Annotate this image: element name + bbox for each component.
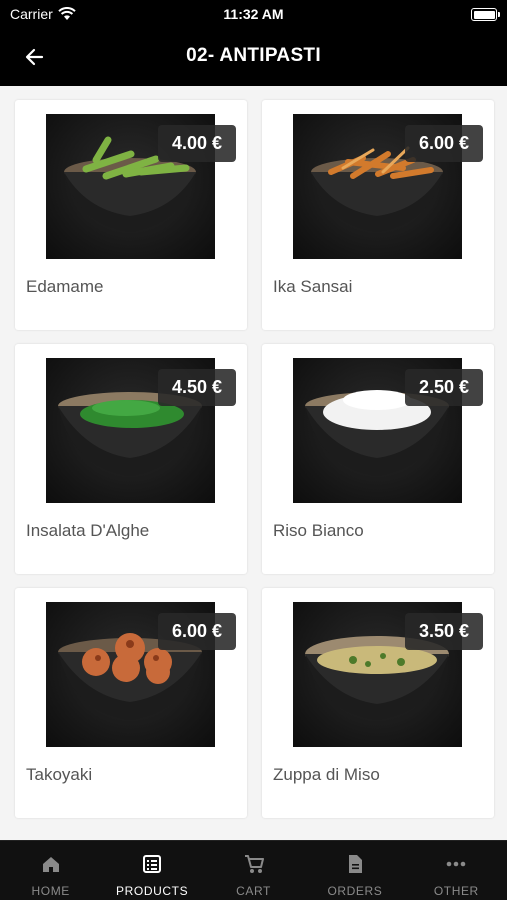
orders-icon xyxy=(348,855,362,873)
clock: 11:32 AM xyxy=(223,6,284,22)
tab-bar: HOME PRODUCTS CART ORDERS OTHER xyxy=(0,840,507,900)
product-name: Ika Sansai xyxy=(273,277,353,296)
tab-label: OTHER xyxy=(433,884,479,898)
product-card-riso-bianco[interactable]: 2.50 € Riso Bianco xyxy=(262,344,494,574)
tab-orders[interactable]: ORDERS xyxy=(304,841,405,900)
page-title: 02- ANTIPASTI xyxy=(186,45,321,66)
price-badge: 4.50 € xyxy=(158,369,236,406)
battery-icon xyxy=(471,8,500,21)
navigation-bar: 02- ANTIPASTI xyxy=(0,28,507,86)
home-icon xyxy=(42,857,59,872)
tab-label: HOME xyxy=(31,884,70,898)
products-icon xyxy=(143,855,162,873)
tab-products[interactable]: PRODUCTS xyxy=(101,841,202,900)
product-name: Riso Bianco xyxy=(273,521,364,540)
product-card-edamame[interactable]: 4.00 € Edamame xyxy=(15,100,247,330)
price-badge: 6.00 € xyxy=(158,613,236,650)
tab-home[interactable]: HOME xyxy=(0,841,101,900)
price-badge: 2.50 € xyxy=(405,369,483,406)
tab-label: PRODUCTS xyxy=(116,884,189,898)
product-name: Edamame xyxy=(26,277,104,296)
status-bar: Carrier 11:32 AM xyxy=(0,0,507,28)
tab-cart[interactable]: CART xyxy=(203,841,304,900)
tab-label: ORDERS xyxy=(327,884,383,898)
product-name: Takoyaki xyxy=(26,765,93,784)
product-card-zuppa-di-miso[interactable]: 3.50 € Zuppa di Miso xyxy=(262,588,494,818)
tab-label: CART xyxy=(236,884,271,898)
product-card-ika-sansai[interactable]: 6.00 € Ika Sansai xyxy=(262,100,494,330)
product-grid: 4.00 € Edamame 6.00 € Ika Sansai 4.50 € … xyxy=(0,86,507,840)
price-badge: 4.00 € xyxy=(158,125,236,162)
more-icon xyxy=(447,861,466,867)
tab-other[interactable]: OTHER xyxy=(406,841,507,900)
price-badge: 3.50 € xyxy=(405,613,483,650)
product-name: Zuppa di Miso xyxy=(273,765,380,784)
cart-icon xyxy=(244,855,264,873)
product-card-insalata-dalghe[interactable]: 4.50 € Insalata D'Alghe xyxy=(15,344,247,574)
product-card-takoyaki[interactable]: 6.00 € Takoyaki xyxy=(15,588,247,818)
price-badge: 6.00 € xyxy=(405,125,483,162)
product-name: Insalata D'Alghe xyxy=(26,521,150,540)
